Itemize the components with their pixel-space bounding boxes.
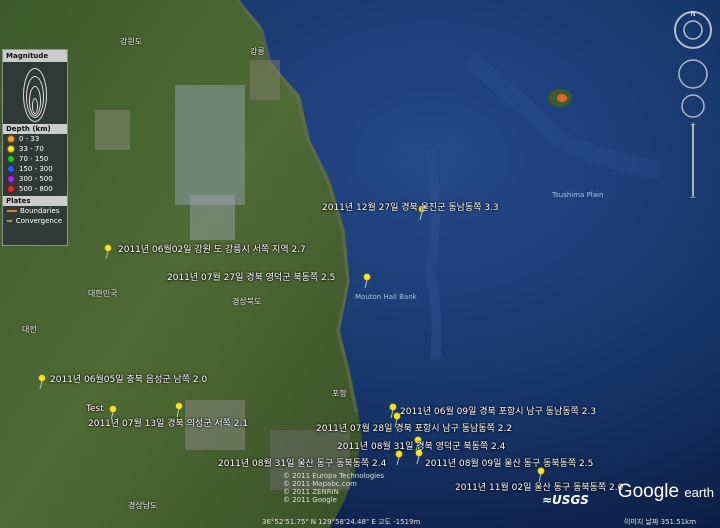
event-pin[interactable] <box>394 450 404 466</box>
attribution-line: © 2011 ZENRIN <box>283 488 339 496</box>
place-daejeon: 대전 <box>22 325 37 334</box>
convergence-label: Convergence <box>15 217 63 225</box>
magnitude-circle-1-icon <box>32 98 38 114</box>
depth-label: 0 - 33 <box>19 135 40 143</box>
place-gyeongbuk: 경상북도 <box>232 297 262 306</box>
depth-dot-icon <box>7 135 15 143</box>
boundary-line-icon <box>7 210 17 212</box>
depth-dot-icon <box>7 165 15 173</box>
depth-dot-icon <box>7 185 15 193</box>
event-label[interactable]: 2011년 08월 31일 울산 동구 동북동쪽 2.4 <box>218 456 386 469</box>
attribution-line: © 2011 Europa Technologies <box>283 472 385 480</box>
place-gyeongnam: 경상남도 <box>128 501 158 510</box>
depth-dot-icon <box>7 175 15 183</box>
legend-depth-title: Depth (km) <box>3 124 67 134</box>
depth-row: 150 - 300 <box>3 164 67 174</box>
zoom-in-icon: + <box>690 120 695 130</box>
look-joystick-icon[interactable] <box>678 59 708 89</box>
zoom-slider[interactable]: + − <box>690 120 695 202</box>
place-gangneung: 강릉 <box>250 47 265 56</box>
plates-boundaries-row: Boundaries <box>3 206 67 216</box>
event-label[interactable]: 2011년 12월 27일 경북 울진군 동남동쪽 3.3 <box>322 200 499 213</box>
sea-feature-tsushima: Tsushima Plain <box>552 191 604 199</box>
place-korea: 대한민국 <box>88 289 118 298</box>
event-label[interactable]: 2011년 07월 27일 경북 영덕군 북동쪽 2.5 <box>167 270 335 283</box>
depth-dot-icon <box>7 155 15 163</box>
legend-panel: Magnitude Depth (km) 0 - 33 33 - 70 70 -… <box>2 49 68 246</box>
depth-label: 300 - 500 <box>19 175 53 183</box>
convergence-arrow-icon: ⇨ <box>7 217 13 225</box>
event-label[interactable]: 2011년 06월02일 강원 도 강릉시 서쪽 지역 2.7 <box>118 242 306 255</box>
attribution: © 2011 Europa Technologies © 2011 Mapabc… <box>283 472 384 504</box>
legend-plates-title: Plates <box>3 196 67 206</box>
eye-altitude: 이미지 날짜 351.51km <box>624 518 697 526</box>
pointer-coordinates: 36°52'51.75" N 129°58'24.48" E 고도 -1519m <box>262 518 421 526</box>
magnitude-scale <box>3 62 67 122</box>
depth-row: 300 - 500 <box>3 174 67 184</box>
earth-wordmark: earth <box>684 485 714 500</box>
depth-label: 150 - 300 <box>19 165 53 173</box>
depth-row: 0 - 33 <box>3 134 67 144</box>
move-joystick-icon[interactable] <box>681 94 705 118</box>
depth-label: 70 - 150 <box>19 155 49 163</box>
boundaries-label: Boundaries <box>20 207 60 215</box>
compass-north-label: N <box>690 11 695 18</box>
event-pin[interactable] <box>103 244 113 260</box>
depth-row: 500 - 800 <box>3 184 67 194</box>
plates-convergence-row: ⇨ Convergence <box>3 216 67 226</box>
attribution-line: © 2011 Mapabc.com <box>283 480 357 488</box>
event-label[interactable]: Test <box>86 404 104 414</box>
sea-feature-bank: Mouton Hall Bank <box>355 293 417 301</box>
place-pohang: 포항 <box>332 389 347 398</box>
event-label[interactable]: 2011년 06월05일 충북 음성군 남쪽 2.0 <box>50 372 207 385</box>
event-label[interactable]: 2011년 07월 13일 경북 의성군 서쪽 2.1 <box>88 416 248 429</box>
event-label[interactable]: 2011년 11월 02일 울산 동구 동북동쪽 2.0 <box>455 480 623 493</box>
legend-magnitude-title: Magnitude <box>3 50 67 62</box>
depth-label: 500 - 800 <box>19 185 53 193</box>
attribution-line: © 2011 Google <box>283 496 337 504</box>
google-wordmark: Google <box>617 481 680 502</box>
event-label[interactable]: 2011년 06월 09일 경북 포항시 남구 동남동쪽 2.3 <box>400 404 596 417</box>
depth-label: 33 - 70 <box>19 145 44 153</box>
status-bar: 36°52'51.75" N 129°58'24.48" E 고도 -1519m… <box>0 516 720 528</box>
depth-row: 33 - 70 <box>3 144 67 154</box>
place-gangwon: 강원도 <box>120 37 143 46</box>
event-label[interactable]: 2011년 08월 09일 울산 동구 동북동쪽 2.5 <box>425 456 593 469</box>
event-pin[interactable] <box>362 273 372 289</box>
event-pin[interactable] <box>37 374 47 390</box>
event-pin[interactable] <box>414 449 424 465</box>
depth-dot-icon <box>7 145 15 153</box>
navigation-controls: N + − <box>670 6 716 206</box>
google-earth-logo: Google earth <box>618 481 714 503</box>
map-view[interactable]: 강릉 강원도 대한민국 경상북도 대전 포항 경상남도 Tsushima Pla… <box>0 0 720 528</box>
depth-row: 70 - 150 <box>3 154 67 164</box>
zoom-out-icon: − <box>690 192 695 202</box>
usgs-logo: ≈USGS <box>542 493 589 507</box>
event-label[interactable]: 2011년 07월 28일 경북 포항시 남구 동남동쪽 2.2 <box>316 421 512 434</box>
